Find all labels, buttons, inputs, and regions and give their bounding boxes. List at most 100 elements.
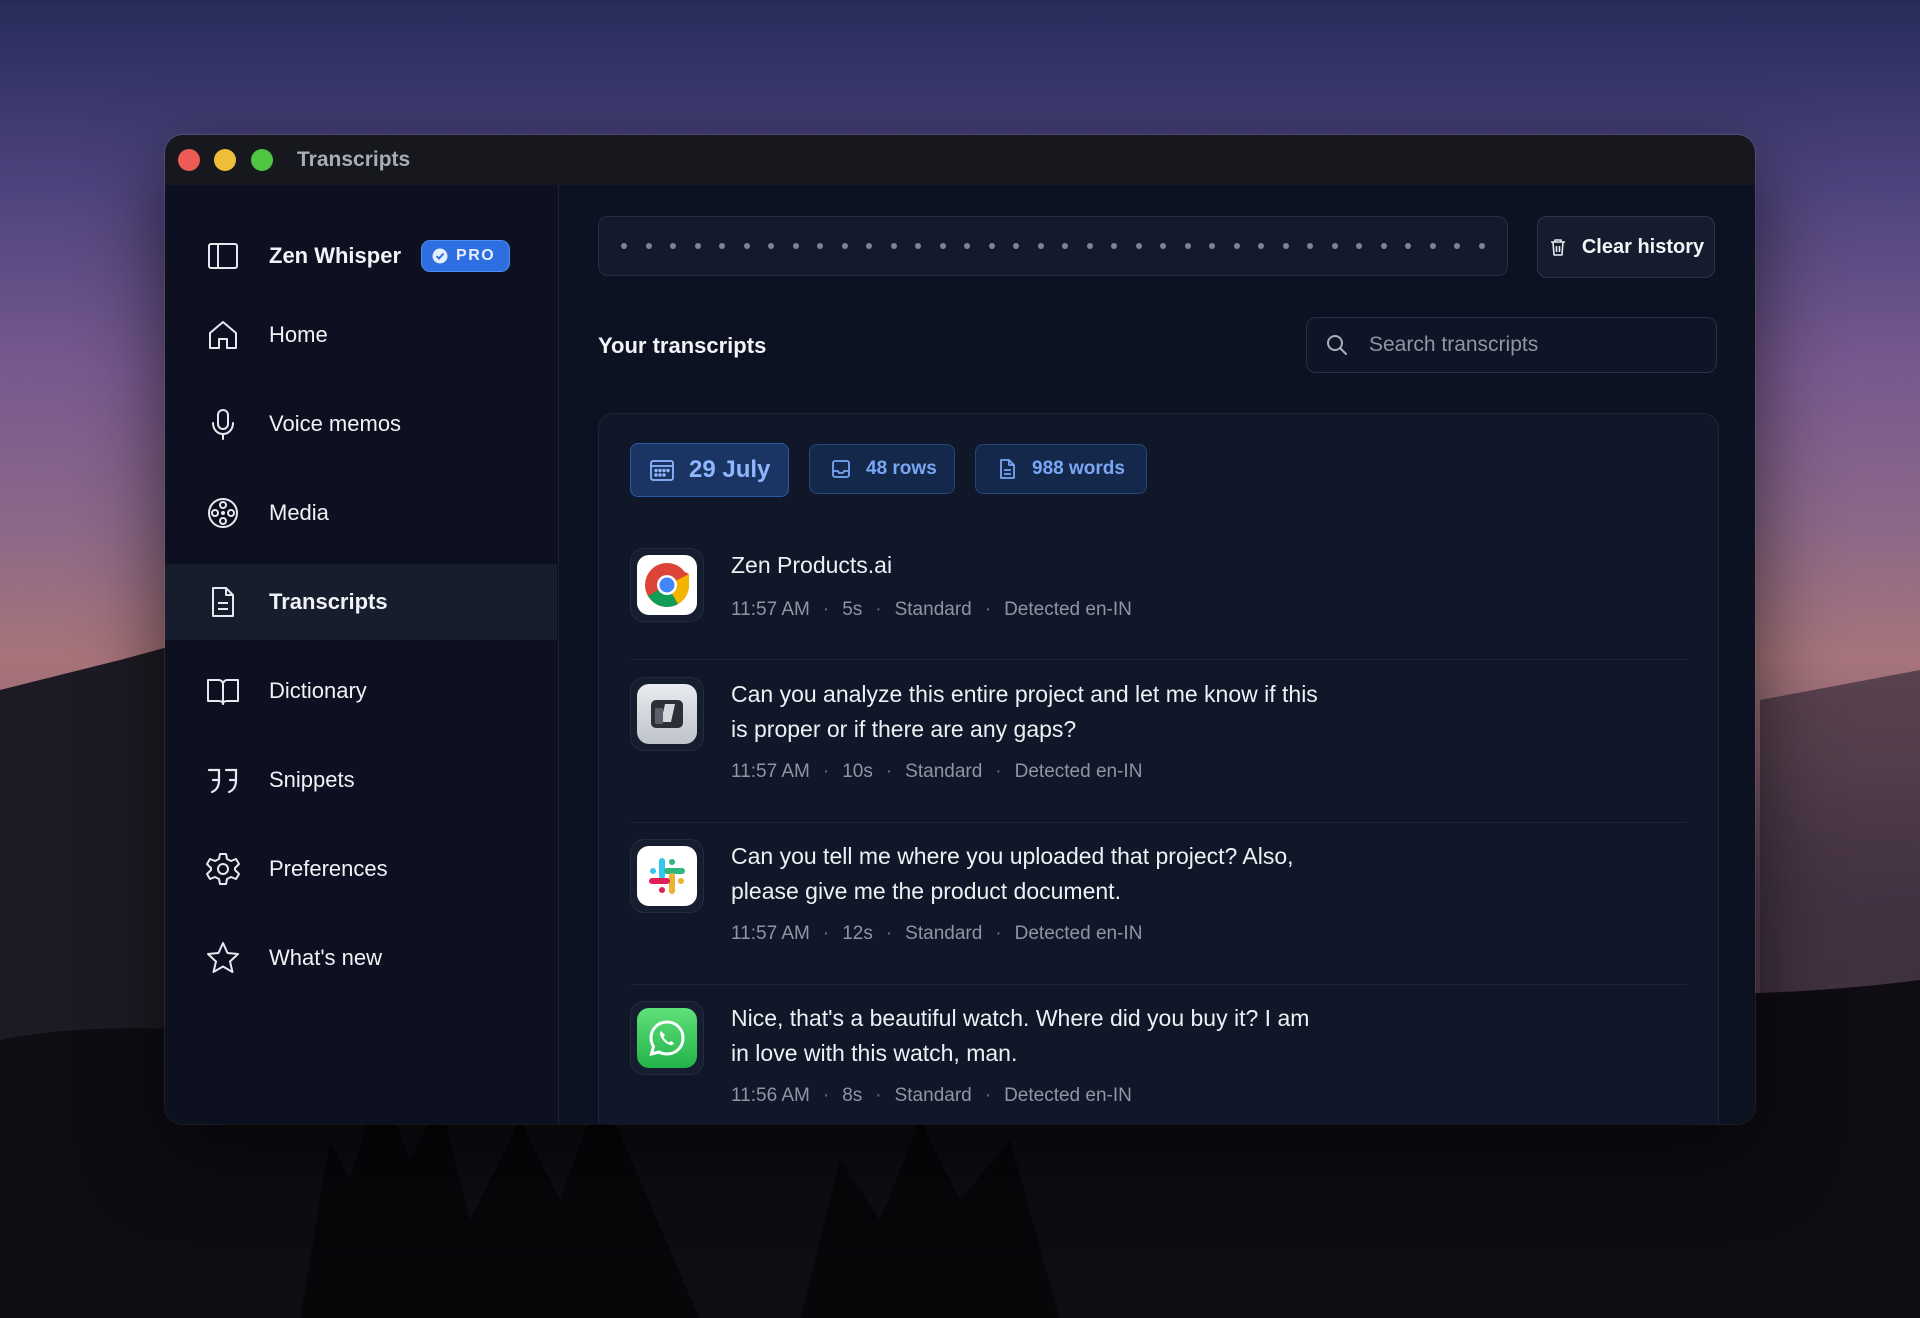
search-box[interactable] bbox=[1306, 317, 1717, 373]
transcript-meta: 11:57 AM · 10s · Standard · Detected en-IN bbox=[731, 761, 1143, 782]
waveform-dot bbox=[1380, 243, 1387, 249]
transcript-text: Nice, that's a beautiful watch. Where di… bbox=[731, 1005, 1310, 1066]
inbox-icon bbox=[832, 460, 850, 478]
quote-icon bbox=[207, 768, 238, 794]
minimize-window-button[interactable] bbox=[214, 149, 236, 171]
transcript-duration: 5s bbox=[842, 599, 863, 620]
close-window-button[interactable] bbox=[178, 149, 200, 171]
transcript-language: Detected en-IN bbox=[1014, 923, 1143, 944]
sidebar-item-whats-new[interactable]: What's new bbox=[165, 920, 557, 996]
waveform-dot bbox=[645, 243, 652, 249]
file-text-icon bbox=[1000, 459, 1015, 479]
transcript-duration: 12s bbox=[842, 923, 873, 944]
waveform-dot bbox=[1258, 243, 1264, 249]
verified-check-icon bbox=[432, 248, 448, 264]
waveform-dot bbox=[1331, 243, 1338, 249]
film-reel-icon bbox=[208, 498, 238, 528]
title-bar: Transcripts bbox=[165, 135, 1755, 185]
waveform-dot bbox=[866, 243, 872, 249]
sidebar-item-transcripts[interactable]: Transcripts bbox=[165, 564, 557, 640]
sidebar-item-label: Dictionary bbox=[269, 678, 367, 703]
waveform-dot bbox=[1356, 243, 1362, 249]
transcript-language: Detected en-IN bbox=[1004, 599, 1132, 620]
audio-waveform bbox=[598, 216, 1508, 276]
document-icon bbox=[212, 587, 234, 617]
app-window: Transcripts Zen Whisper PRO Home Voice m… bbox=[165, 135, 1755, 1124]
rows-chip: 48 rows bbox=[809, 444, 955, 494]
transcript-row[interactable]: Nice, that's a beautiful watch. Where di… bbox=[630, 1001, 1687, 1124]
sidebar-item-media[interactable]: Media bbox=[165, 475, 557, 551]
search-input[interactable] bbox=[1367, 332, 1691, 358]
waveform-dot bbox=[1454, 243, 1460, 249]
sidebar-item-label: Snippets bbox=[269, 767, 355, 792]
whatsapp-icon bbox=[649, 1020, 685, 1057]
slack-icon bbox=[649, 858, 685, 894]
sidebar-toggle-icon[interactable] bbox=[205, 238, 241, 274]
waveform-dot bbox=[743, 243, 750, 249]
waveform-dot bbox=[1086, 243, 1093, 249]
transcript-duration: 10s bbox=[842, 761, 873, 782]
waveform-dot bbox=[1209, 243, 1215, 249]
pro-badge-label: PRO bbox=[456, 247, 496, 264]
waveform-dot bbox=[1429, 243, 1436, 249]
transcript-time: 11:57 AM bbox=[731, 761, 810, 782]
waveform-dot bbox=[1405, 243, 1411, 249]
sidebar-item-label: Home bbox=[269, 322, 328, 347]
waveform-dot bbox=[719, 243, 725, 249]
transcript-text: Zen Products.ai bbox=[731, 552, 893, 578]
zoom-window-button[interactable] bbox=[251, 149, 273, 171]
trash-icon bbox=[1550, 239, 1565, 256]
sidebar-item-voice-memos[interactable]: Voice memos bbox=[165, 386, 557, 462]
window-title: Transcripts bbox=[297, 148, 411, 171]
transcript-mode: Standard bbox=[894, 1085, 972, 1106]
clear-history-button[interactable]: Clear history bbox=[1537, 216, 1715, 278]
waveform-dot bbox=[817, 243, 823, 249]
transcript-time: 11:57 AM bbox=[731, 599, 810, 620]
transcript-mode: Standard bbox=[905, 923, 983, 944]
waveform-dot bbox=[621, 243, 627, 249]
sidebar-item-snippets[interactable]: Snippets bbox=[165, 742, 557, 818]
waveform-dot bbox=[670, 243, 676, 249]
waveform-dot bbox=[988, 243, 995, 249]
waveform-dot bbox=[1233, 243, 1240, 249]
waveform-dot bbox=[1037, 243, 1044, 249]
transcript-language: Detected en-IN bbox=[1004, 1085, 1132, 1106]
date-chip-label: 29 July bbox=[689, 456, 771, 483]
main-content: Clear history Your transcripts 29 July 4… bbox=[558, 185, 1755, 1124]
app-name: Zen Whisper bbox=[269, 243, 402, 268]
transcript-language: Detected en-IN bbox=[1014, 761, 1143, 782]
microphone-icon bbox=[212, 409, 234, 440]
transcript-meta: 11:57 AM · 5s · Standard · Detected en-IN bbox=[731, 599, 1132, 620]
sidebar: Zen Whisper PRO Home Voice memos Media T… bbox=[165, 185, 559, 1124]
words-chip: 988 words bbox=[975, 444, 1147, 494]
transcript-mode: Standard bbox=[894, 599, 972, 620]
transcript-row[interactable]: Can you tell me where you uploaded that … bbox=[630, 839, 1687, 985]
waveform-dot bbox=[1111, 243, 1117, 249]
transcripts-panel: 29 July 48 rows 988 words Zen Products.a… bbox=[598, 413, 1719, 1124]
sidebar-item-preferences[interactable]: Preferences bbox=[165, 831, 557, 907]
date-chip[interactable]: 29 July bbox=[630, 443, 789, 497]
chrome-app-icon bbox=[630, 548, 704, 622]
waveform-dot bbox=[964, 243, 970, 249]
clear-history-label: Clear history bbox=[1581, 235, 1705, 258]
waveform-dot bbox=[1160, 243, 1166, 249]
waveform-dot bbox=[1478, 243, 1485, 249]
book-icon bbox=[207, 679, 239, 705]
calendar-icon bbox=[650, 460, 674, 481]
search-icon bbox=[1327, 335, 1347, 355]
terminal-window-icon bbox=[651, 700, 683, 728]
waveform-dot bbox=[890, 243, 897, 249]
pro-badge: PRO bbox=[421, 240, 511, 272]
terminal-app-icon bbox=[630, 677, 704, 751]
section-title: Your transcripts bbox=[598, 333, 767, 358]
waveform-dot bbox=[694, 243, 701, 249]
transcript-duration: 8s bbox=[842, 1085, 863, 1106]
star-icon bbox=[207, 942, 239, 973]
waveform-dot bbox=[1184, 243, 1191, 249]
transcript-row[interactable]: Can you analyze this entire project and … bbox=[630, 677, 1687, 823]
waveform-dot bbox=[1282, 243, 1289, 249]
transcript-mode: Standard bbox=[905, 761, 983, 782]
sidebar-item-dictionary[interactable]: Dictionary bbox=[165, 653, 557, 729]
sidebar-item-home[interactable]: Home bbox=[165, 297, 557, 373]
transcript-row[interactable]: Zen Products.ai 11:57 AM · 5s · Standard · … bbox=[630, 548, 1687, 660]
